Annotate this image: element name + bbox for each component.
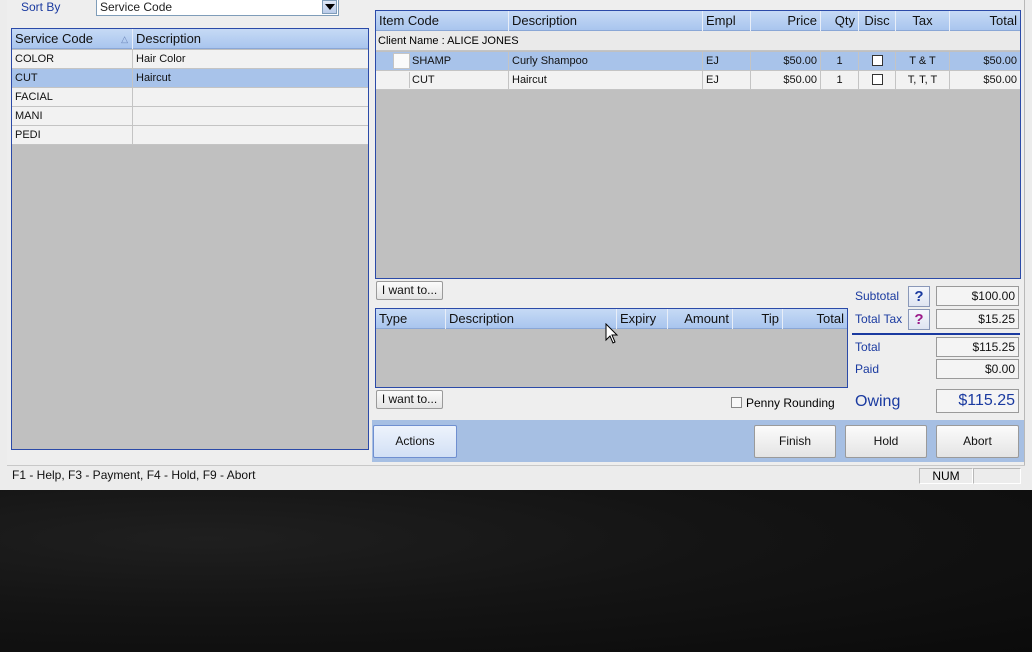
- item-price-cell: $50.00: [751, 52, 821, 70]
- column-header-qty[interactable]: Qty: [821, 11, 859, 31]
- row-selector[interactable]: [393, 72, 410, 88]
- pos-window: Sort By Service Code Service Code △ Desc…: [0, 0, 1032, 490]
- column-header-expiry[interactable]: Expiry: [617, 309, 668, 329]
- finish-button-label: Finish: [778, 434, 811, 448]
- service-description-cell: Haircut: [136, 72, 171, 84]
- item-tax-cell: T & T: [896, 52, 950, 70]
- checkbox-icon[interactable]: [871, 73, 883, 85]
- service-code-cell: FACIAL: [12, 88, 133, 106]
- service-row-mani[interactable]: MANI: [12, 107, 368, 126]
- item-code-cell: CUT: [409, 71, 509, 89]
- subtotal-label: Subtotal: [855, 289, 900, 303]
- sort-by-label: Sort By: [21, 0, 61, 14]
- service-row-cut[interactable]: CUT Haircut: [12, 69, 368, 88]
- status-panel: [973, 468, 1021, 484]
- payments-grid[interactable]: Type Description Expiry Amount Tip Total: [375, 308, 848, 388]
- column-header-tip[interactable]: Tip: [733, 309, 783, 329]
- mouse-pointer-icon: [605, 323, 619, 344]
- item-empl-cell: EJ: [703, 52, 751, 70]
- penny-rounding-label: Penny Rounding: [746, 396, 835, 410]
- paid-label: Paid: [855, 362, 880, 376]
- item-disc-cell: [859, 52, 896, 70]
- sort-by-select[interactable]: Service Code: [96, 0, 339, 16]
- row-selector[interactable]: [393, 53, 410, 69]
- item-qty-cell: 1: [821, 71, 859, 89]
- abort-button[interactable]: Abort: [936, 425, 1019, 458]
- service-code-cell: MANI: [12, 107, 133, 125]
- column-header-description[interactable]: Description: [133, 29, 369, 49]
- ticket-row-shamp[interactable]: SHAMP Curly Shampoo EJ $50.00 1 T & T $5…: [376, 52, 1020, 71]
- penny-rounding-checkbox[interactable]: [731, 397, 742, 408]
- column-header-type[interactable]: Type: [376, 309, 446, 329]
- item-total-cell: $50.00: [983, 55, 1017, 67]
- abort-button-label: Abort: [963, 434, 992, 448]
- service-row-facial[interactable]: FACIAL: [12, 88, 368, 107]
- item-price-cell: $50.00: [751, 71, 821, 89]
- column-header-price[interactable]: Price: [751, 11, 821, 31]
- ticket-row-cut[interactable]: CUT Haircut EJ $50.00 1 T, T, T $50.00: [376, 71, 1020, 90]
- finish-button[interactable]: Finish: [754, 425, 836, 458]
- item-disc-cell: [859, 71, 896, 89]
- service-description-cell: Hair Color: [136, 53, 186, 65]
- checkbox-icon[interactable]: [871, 54, 883, 66]
- services-grid-header: Service Code △ Description: [12, 29, 368, 49]
- services-grid[interactable]: Service Code △ Description COLOR Hair Co…: [11, 28, 369, 450]
- column-header-service-code[interactable]: Service Code △: [12, 29, 133, 49]
- column-header-total[interactable]: Total: [950, 11, 1020, 31]
- i-want-to-button-items[interactable]: I want to...: [376, 281, 443, 300]
- service-description-cell: [133, 107, 369, 125]
- desktop-background: [0, 490, 1032, 652]
- status-bar: F1 - Help, F3 - Payment, F4 - Hold, F9 -…: [7, 465, 1025, 486]
- column-header-description[interactable]: Description: [509, 11, 703, 31]
- column-header-description[interactable]: Description: [446, 309, 617, 329]
- num-lock-indicator: NUM: [919, 468, 973, 484]
- hold-button-label: Hold: [873, 434, 899, 448]
- service-code-cell: CUT: [12, 69, 133, 87]
- service-description-cell: [133, 126, 369, 144]
- item-empl-cell: EJ: [703, 71, 751, 89]
- item-description-cell: Haircut: [509, 71, 703, 89]
- total-tax-label: Total Tax: [855, 312, 903, 326]
- owing-value: $115.25: [936, 389, 1019, 413]
- item-tax-cell: T, T, T: [896, 71, 950, 89]
- hold-button[interactable]: Hold: [845, 425, 927, 458]
- owing-label: Owing: [855, 393, 901, 410]
- shortcut-hints: F1 - Help, F3 - Payment, F4 - Hold, F9 -…: [12, 468, 256, 482]
- service-row-color[interactable]: COLOR Hair Color: [12, 50, 368, 69]
- total-label: Total: [855, 340, 881, 354]
- service-code-cell: PEDI: [12, 126, 133, 144]
- paid-value: $0.00: [936, 359, 1019, 379]
- column-header-amount[interactable]: Amount: [668, 309, 733, 329]
- subtotal-value: $100.00: [936, 286, 1019, 306]
- item-total-cell: $50.00: [983, 74, 1017, 86]
- service-code-cell: COLOR: [12, 50, 133, 68]
- column-header-tax[interactable]: Tax: [896, 11, 950, 31]
- total-tax-value: $15.25: [936, 309, 1019, 329]
- actions-button[interactable]: Actions: [373, 425, 457, 458]
- service-row-pedi[interactable]: PEDI: [12, 126, 368, 145]
- client-name-row[interactable]: Client Name : ALICE JONES: [376, 31, 1020, 51]
- service-description-cell: [133, 88, 369, 106]
- item-description-cell: Curly Shampoo: [509, 52, 703, 70]
- sort-by-value: Service Code: [100, 0, 173, 14]
- item-code-cell: SHAMP: [409, 52, 509, 70]
- column-header-item-code[interactable]: Item Code: [376, 11, 509, 31]
- ticket-items-grid[interactable]: Item Code Description Empl Price Qty Dis…: [375, 10, 1021, 279]
- sort-ascending-icon: △: [121, 34, 128, 44]
- column-header-empl[interactable]: Empl: [703, 11, 751, 31]
- help-question-icon[interactable]: ?: [908, 309, 930, 330]
- i-want-to-button-payments[interactable]: I want to...: [376, 390, 443, 409]
- item-qty-cell: 1: [821, 52, 859, 70]
- column-header-total[interactable]: Total: [783, 309, 847, 329]
- column-header-disc[interactable]: Disc: [859, 11, 896, 31]
- help-question-icon[interactable]: ?: [908, 286, 930, 307]
- dropdown-arrow-icon[interactable]: [322, 0, 337, 14]
- total-value: $115.25: [936, 337, 1019, 357]
- totals-divider: [852, 333, 1020, 335]
- ticket-grid-header: Item Code Description Empl Price Qty Dis…: [376, 11, 1020, 31]
